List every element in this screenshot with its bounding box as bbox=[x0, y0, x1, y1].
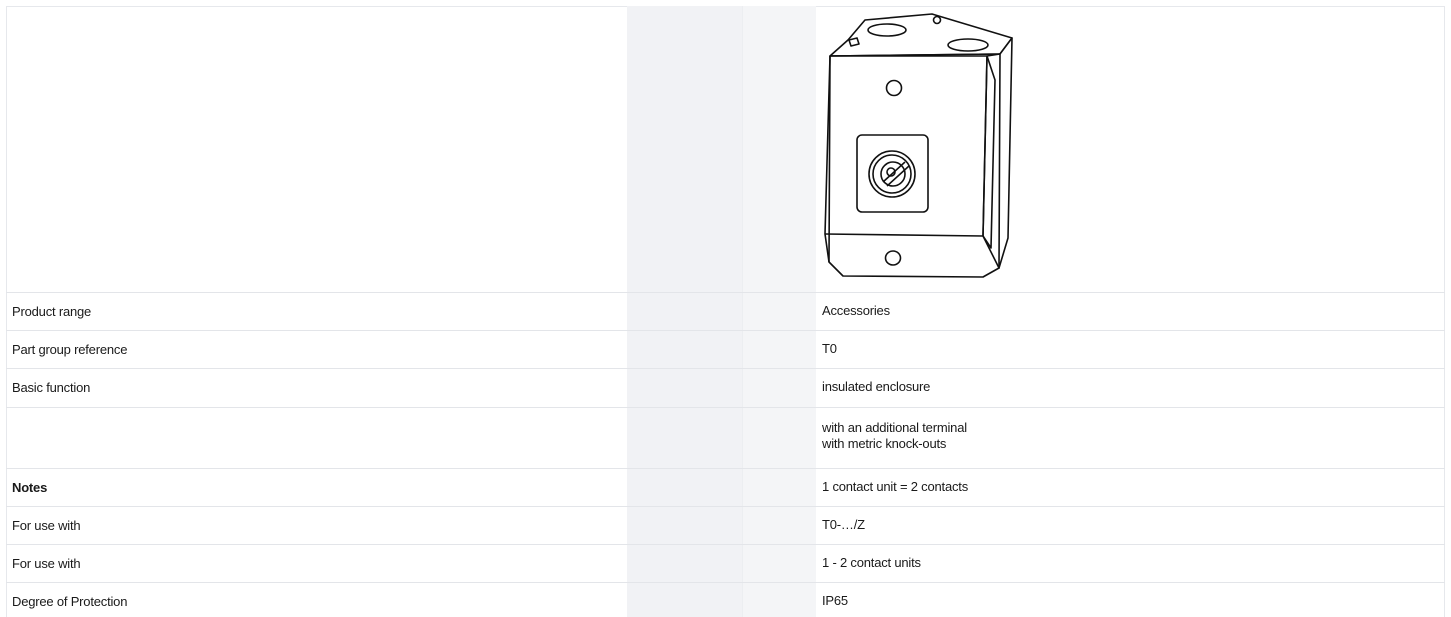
row-label: For use with bbox=[12, 518, 81, 533]
row-value: T0 bbox=[822, 341, 837, 356]
table-row: with an additional terminal with metric … bbox=[6, 407, 1445, 468]
row-label: For use with bbox=[12, 556, 81, 571]
row-label: Basic function bbox=[12, 380, 91, 395]
table-row: For use with 1 - 2 contact units bbox=[6, 544, 1445, 582]
row-value: Accessories bbox=[822, 303, 890, 318]
row-value: 1 contact unit = 2 contacts bbox=[822, 479, 968, 494]
row-value-line-1: with an additional terminal bbox=[822, 420, 967, 435]
table-row: For use with T0-…/Z bbox=[6, 506, 1445, 544]
table-row: Notes 1 contact unit = 2 contacts bbox=[6, 468, 1445, 506]
row-value: T0-…/Z bbox=[822, 517, 865, 532]
row-label: Product range bbox=[12, 304, 92, 319]
row-value: insulated enclosure bbox=[822, 379, 931, 394]
table-row: Part group reference T0 bbox=[6, 330, 1445, 368]
insulated-enclosure-icon bbox=[824, 13, 1013, 278]
row-value-line-2: with metric knock-outs bbox=[822, 436, 947, 451]
product-image bbox=[815, 6, 1025, 292]
table-row: Basic function insulated enclosure bbox=[6, 368, 1445, 407]
row-label-notes: Notes bbox=[12, 480, 48, 495]
row-value: 1 - 2 contact units bbox=[822, 555, 921, 570]
table-row: Degree of Protection IP65 bbox=[6, 582, 1445, 617]
row-label: Degree of Protection bbox=[12, 594, 128, 609]
table-row: Product range Accessories bbox=[6, 292, 1445, 330]
row-value: IP65 bbox=[822, 593, 848, 608]
row-label: Part group reference bbox=[12, 342, 128, 357]
